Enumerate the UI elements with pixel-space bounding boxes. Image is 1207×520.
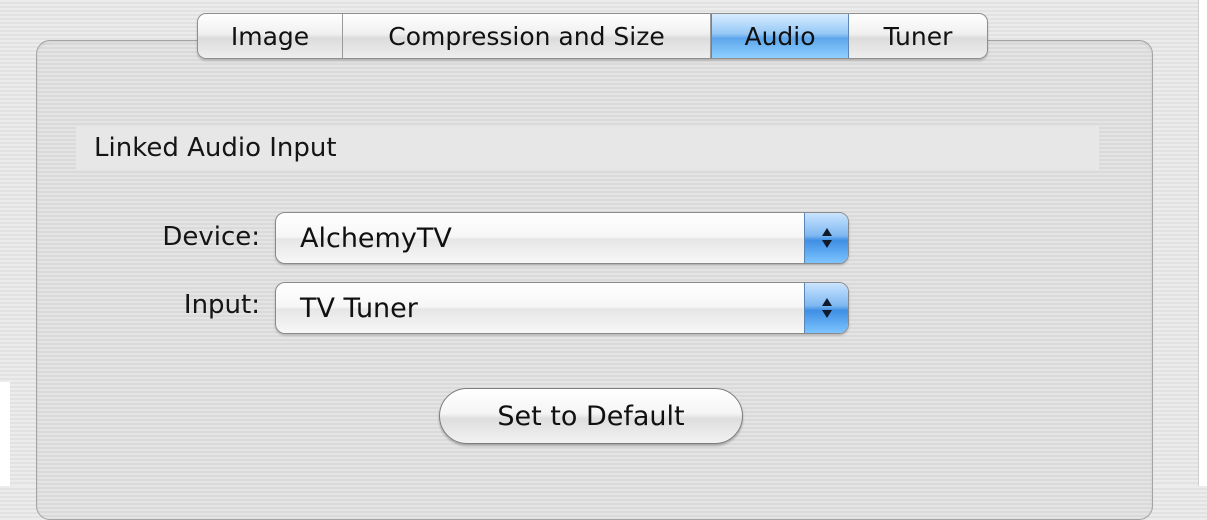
tab-compression-and-size[interactable]: Compression and Size xyxy=(343,14,711,58)
input-label: Input: xyxy=(183,290,260,320)
window-left-edge xyxy=(0,382,10,486)
tab-bar: Image Compression and Size Audio Tuner xyxy=(197,13,988,59)
tab-tuner[interactable]: Tuner xyxy=(849,14,987,58)
device-label: Device: xyxy=(162,222,260,252)
window-right-edge xyxy=(1198,0,1207,486)
section-title-linked-audio-input: Linked Audio Input xyxy=(76,126,1099,170)
input-popup[interactable]: TV Tuner xyxy=(275,282,849,334)
tab-audio[interactable]: Audio xyxy=(711,14,849,58)
up-down-arrows-icon xyxy=(804,213,848,263)
tab-image[interactable]: Image xyxy=(198,14,343,58)
device-value: AlchemyTV xyxy=(300,222,452,254)
set-to-default-button[interactable]: Set to Default xyxy=(439,388,743,444)
up-down-arrows-icon xyxy=(804,283,848,333)
device-popup[interactable]: AlchemyTV xyxy=(275,212,849,264)
tab-panel xyxy=(36,40,1153,520)
input-value: TV Tuner xyxy=(300,292,418,324)
